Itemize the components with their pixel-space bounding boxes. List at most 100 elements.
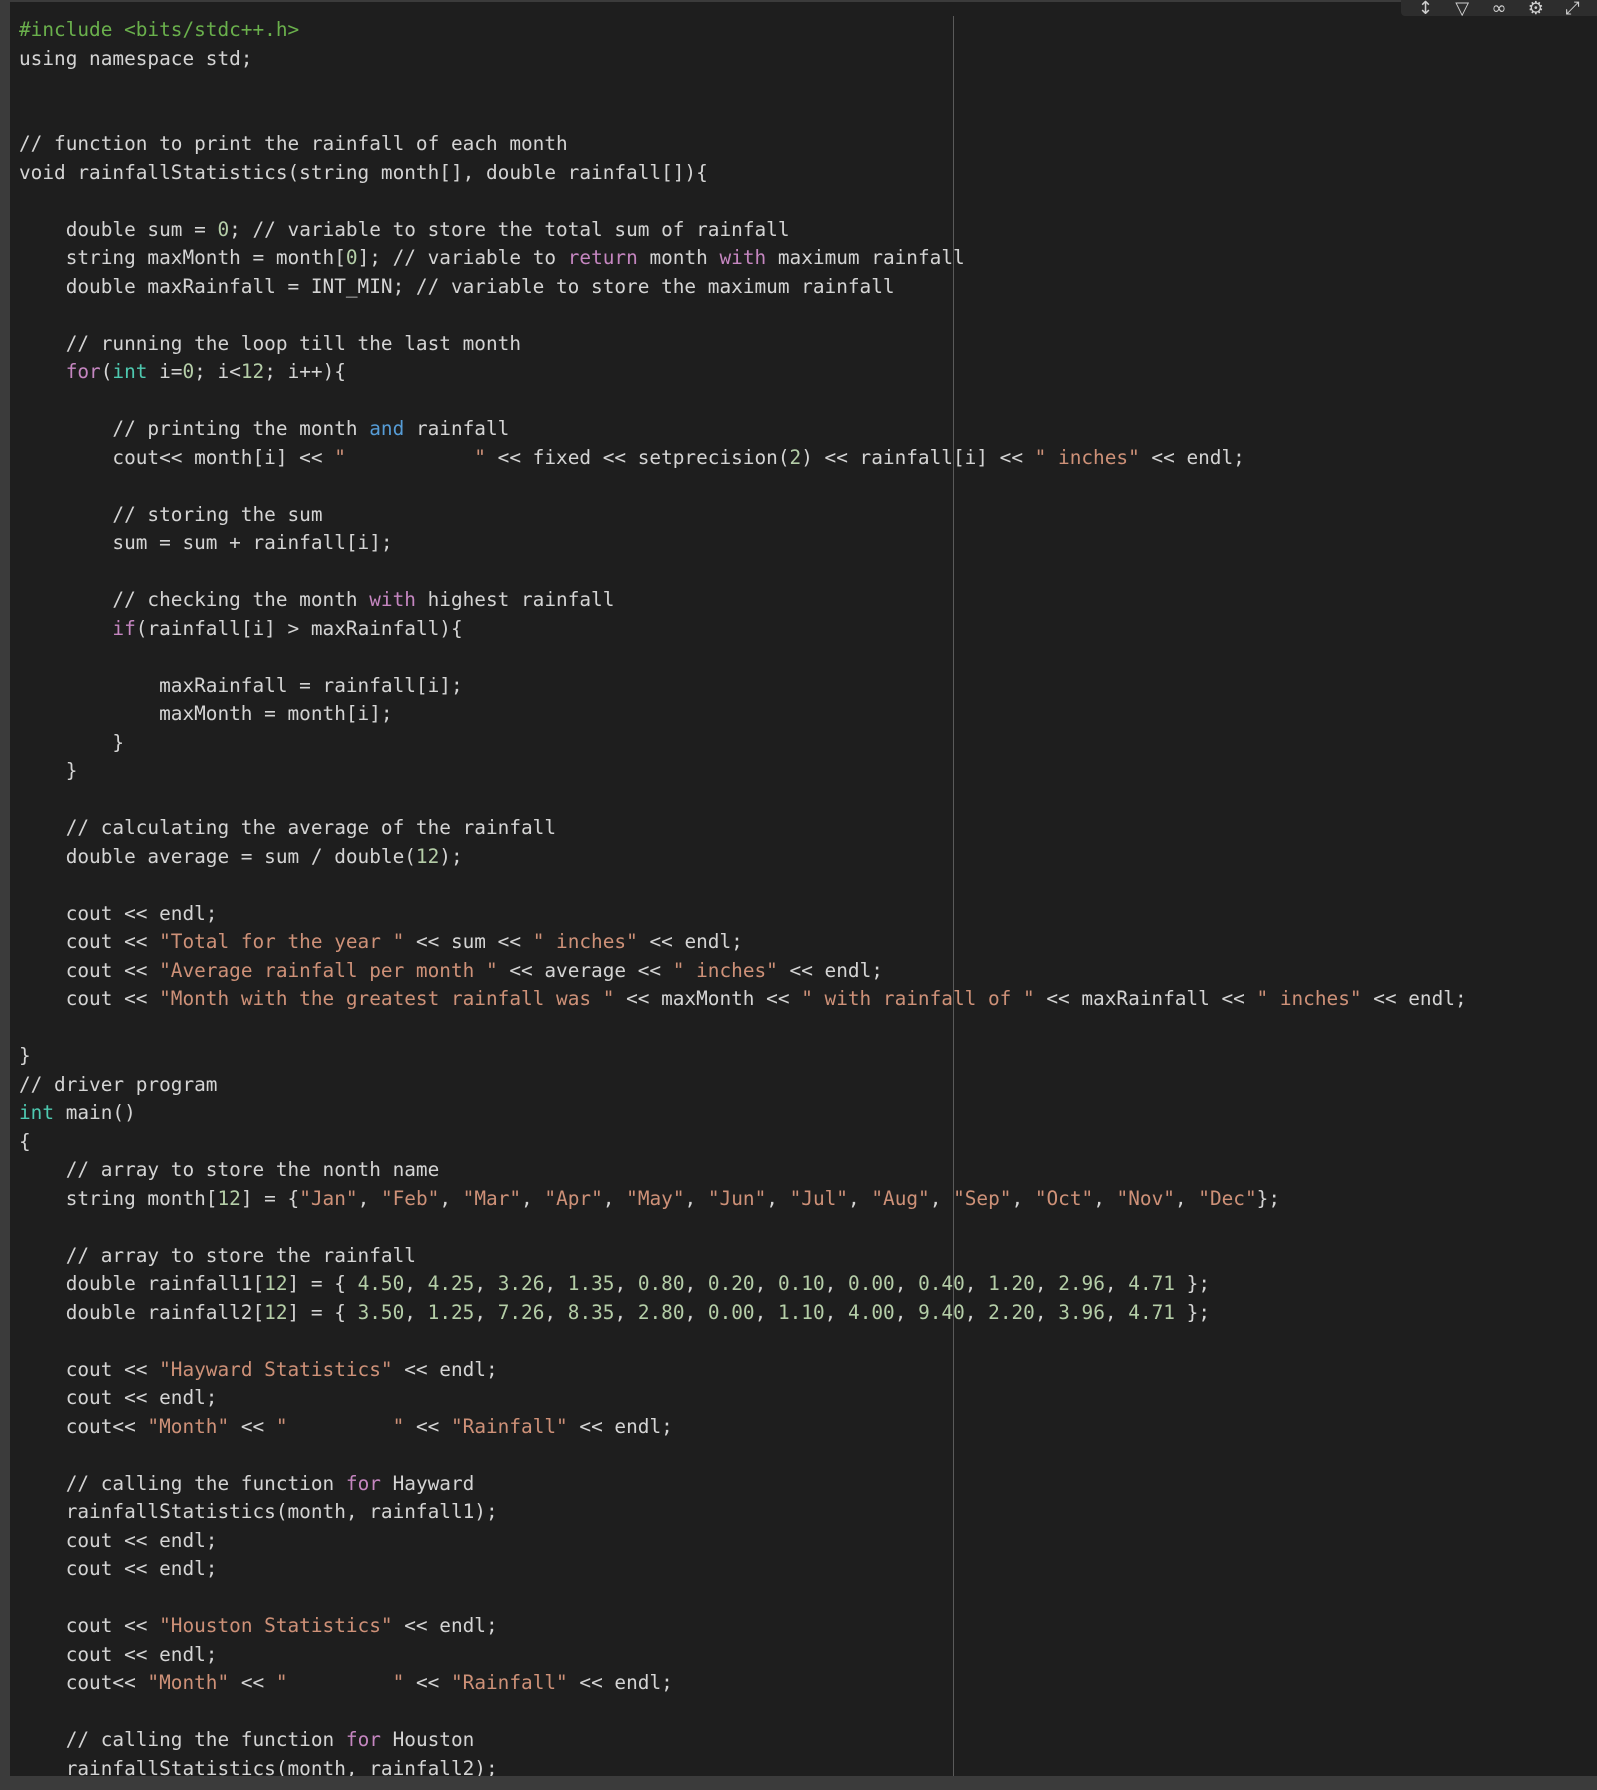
code-token: << endl; <box>1361 987 1467 1010</box>
code-token: << endl; <box>567 1671 673 1694</box>
code-line: ​ <box>19 1014 1467 1043</box>
code-token: for <box>65 360 101 383</box>
code-token: , <box>602 1186 627 1210</box>
code-token: << <box>404 1414 451 1438</box>
code-token: "Houston Statistics" <box>159 1614 393 1637</box>
code-token: << <box>404 1671 451 1694</box>
code-token: string maxMonth = month[ <box>19 246 346 269</box>
code-line: // array to store the nonth name <box>19 1156 1467 1185</box>
code-token: 4.50 <box>357 1272 405 1295</box>
code-token: 7.26 <box>497 1300 545 1324</box>
code-token: 2 <box>789 445 802 469</box>
code-token: "Feb" <box>380 1186 440 1210</box>
code-token: "Nov" <box>1116 1186 1175 1210</box>
code-token: , <box>357 1186 381 1210</box>
horizontal-scrollbar[interactable] <box>0 1776 1597 1790</box>
code-token: 2.96 <box>1058 1272 1105 1295</box>
code-block[interactable]: #include <bits/stdc++.h> using namespace … <box>19 16 1467 1776</box>
code-token: for <box>345 1471 381 1495</box>
code-line: string month[12] = {"Jan", "Feb", "Mar",… <box>19 1185 1467 1214</box>
code-token: ; i++){ <box>264 360 346 383</box>
code-token: 4.71 <box>1128 1272 1175 1295</box>
code-token: << fixed << setprecision( <box>485 445 790 469</box>
code-token: << <box>229 1414 276 1438</box>
code-token: 0.40 <box>918 1272 965 1295</box>
code-line: } <box>19 729 1467 758</box>
code-token: double sum = <box>19 217 218 241</box>
code-line: int main() <box>19 1099 1467 1128</box>
code-token: << endl; <box>567 1414 673 1438</box>
code-editor[interactable]: #include <bits/stdc++.h> using namespace … <box>10 0 1580 1776</box>
code-token: ) << rainfall[i] << <box>801 445 1035 469</box>
code-token: cout<< <box>19 1414 148 1438</box>
code-token: , <box>1174 1186 1199 1210</box>
code-token: 12 <box>240 360 265 383</box>
code-token: 0.00 <box>848 1272 895 1295</box>
code-token: 3.26 <box>497 1272 545 1295</box>
code-token: }; <box>1174 1272 1210 1295</box>
code-line: cout << endl; <box>19 900 1467 929</box>
code-token: int <box>112 360 148 383</box>
code-token: , <box>544 1272 568 1295</box>
code-line: cout << "Month with the greatest rainfal… <box>19 985 1467 1014</box>
code-token: ] = { <box>240 1186 300 1210</box>
code-token: if <box>112 616 136 640</box>
code-token: "Rainfall" <box>450 1671 568 1694</box>
code-token: cout << endl; <box>19 1642 218 1666</box>
code-token: rainfallStatistics(month, rainfall2); <box>19 1756 498 1777</box>
code-token: 12 <box>264 1300 288 1324</box>
code-token: 0.20 <box>707 1272 755 1295</box>
pin-icon[interactable]: ↕ <box>1413 0 1437 16</box>
code-token: , <box>929 1186 954 1210</box>
code-token: 0 <box>217 217 230 241</box>
code-token: ; i< <box>194 360 241 383</box>
code-token: 0.00 <box>707 1300 755 1324</box>
code-token: Houston <box>380 1728 475 1751</box>
code-line: ​ <box>19 558 1467 587</box>
code-token: , <box>766 1186 790 1210</box>
code-token: (rainfall[i] > maxRainfall){ <box>135 616 463 640</box>
code-token: ( <box>100 360 113 383</box>
code-token: ] = { <box>287 1272 358 1295</box>
code-token: , <box>474 1300 498 1324</box>
code-token: // calculating the average of the rainfa… <box>19 816 557 839</box>
code-token: "Month with the greatest rainfall was " <box>159 987 615 1010</box>
code-token: , <box>614 1300 638 1324</box>
code-line: ​ <box>19 871 1467 900</box>
download-icon[interactable]: ▽ <box>1450 0 1474 16</box>
code-token: with <box>369 588 416 611</box>
code-token: << endl; <box>392 1357 498 1381</box>
code-token: cout << endl; <box>19 901 218 925</box>
code-token: cout << <box>19 1614 160 1637</box>
code-token: cout << <box>19 958 160 982</box>
code-line: // array to store the rainfall <box>19 1242 1467 1271</box>
link-icon[interactable]: ∞ <box>1487 0 1511 16</box>
code-token: return <box>567 246 638 269</box>
code-token: "Apr" <box>544 1186 603 1210</box>
code-token: i= <box>147 360 183 383</box>
code-line: // calling the function for Hayward <box>19 1470 1467 1499</box>
gear-icon[interactable]: ⚙ <box>1524 0 1548 16</box>
code-token: rainfallStatistics(month, rainfall1); <box>19 1500 498 1523</box>
code-token: sum = sum + rainfall[i]; <box>19 531 393 554</box>
code-token: " inches" <box>672 958 778 982</box>
code-token: , <box>521 1186 545 1210</box>
code-token: #include <bits/stdc++.h> <box>19 18 300 41</box>
code-token: "Average rainfall per month " <box>159 958 498 982</box>
expand-icon[interactable]: ⤢ <box>1561 0 1585 16</box>
code-token: and <box>369 417 405 440</box>
code-token: 1.20 <box>988 1272 1035 1295</box>
code-token: ] = { <box>287 1300 358 1324</box>
code-token: // running the loop till the last month <box>19 331 521 355</box>
code-token: "Jul" <box>789 1186 848 1210</box>
code-line: cout << endl; <box>19 1527 1467 1556</box>
code-token: , <box>964 1272 989 1295</box>
code-line: ​ <box>19 187 1467 216</box>
code-token: void rainfallStatistics(string month[], … <box>19 160 708 184</box>
code-token: cout << <box>19 1357 160 1381</box>
code-token: ]; // variable to <box>357 246 568 269</box>
code-line: cout << "Average rainfall per month " <<… <box>19 957 1467 986</box>
code-token: " " <box>275 1414 405 1438</box>
code-line: cout<< month[i] << " " << fixed << setpr… <box>19 444 1467 473</box>
